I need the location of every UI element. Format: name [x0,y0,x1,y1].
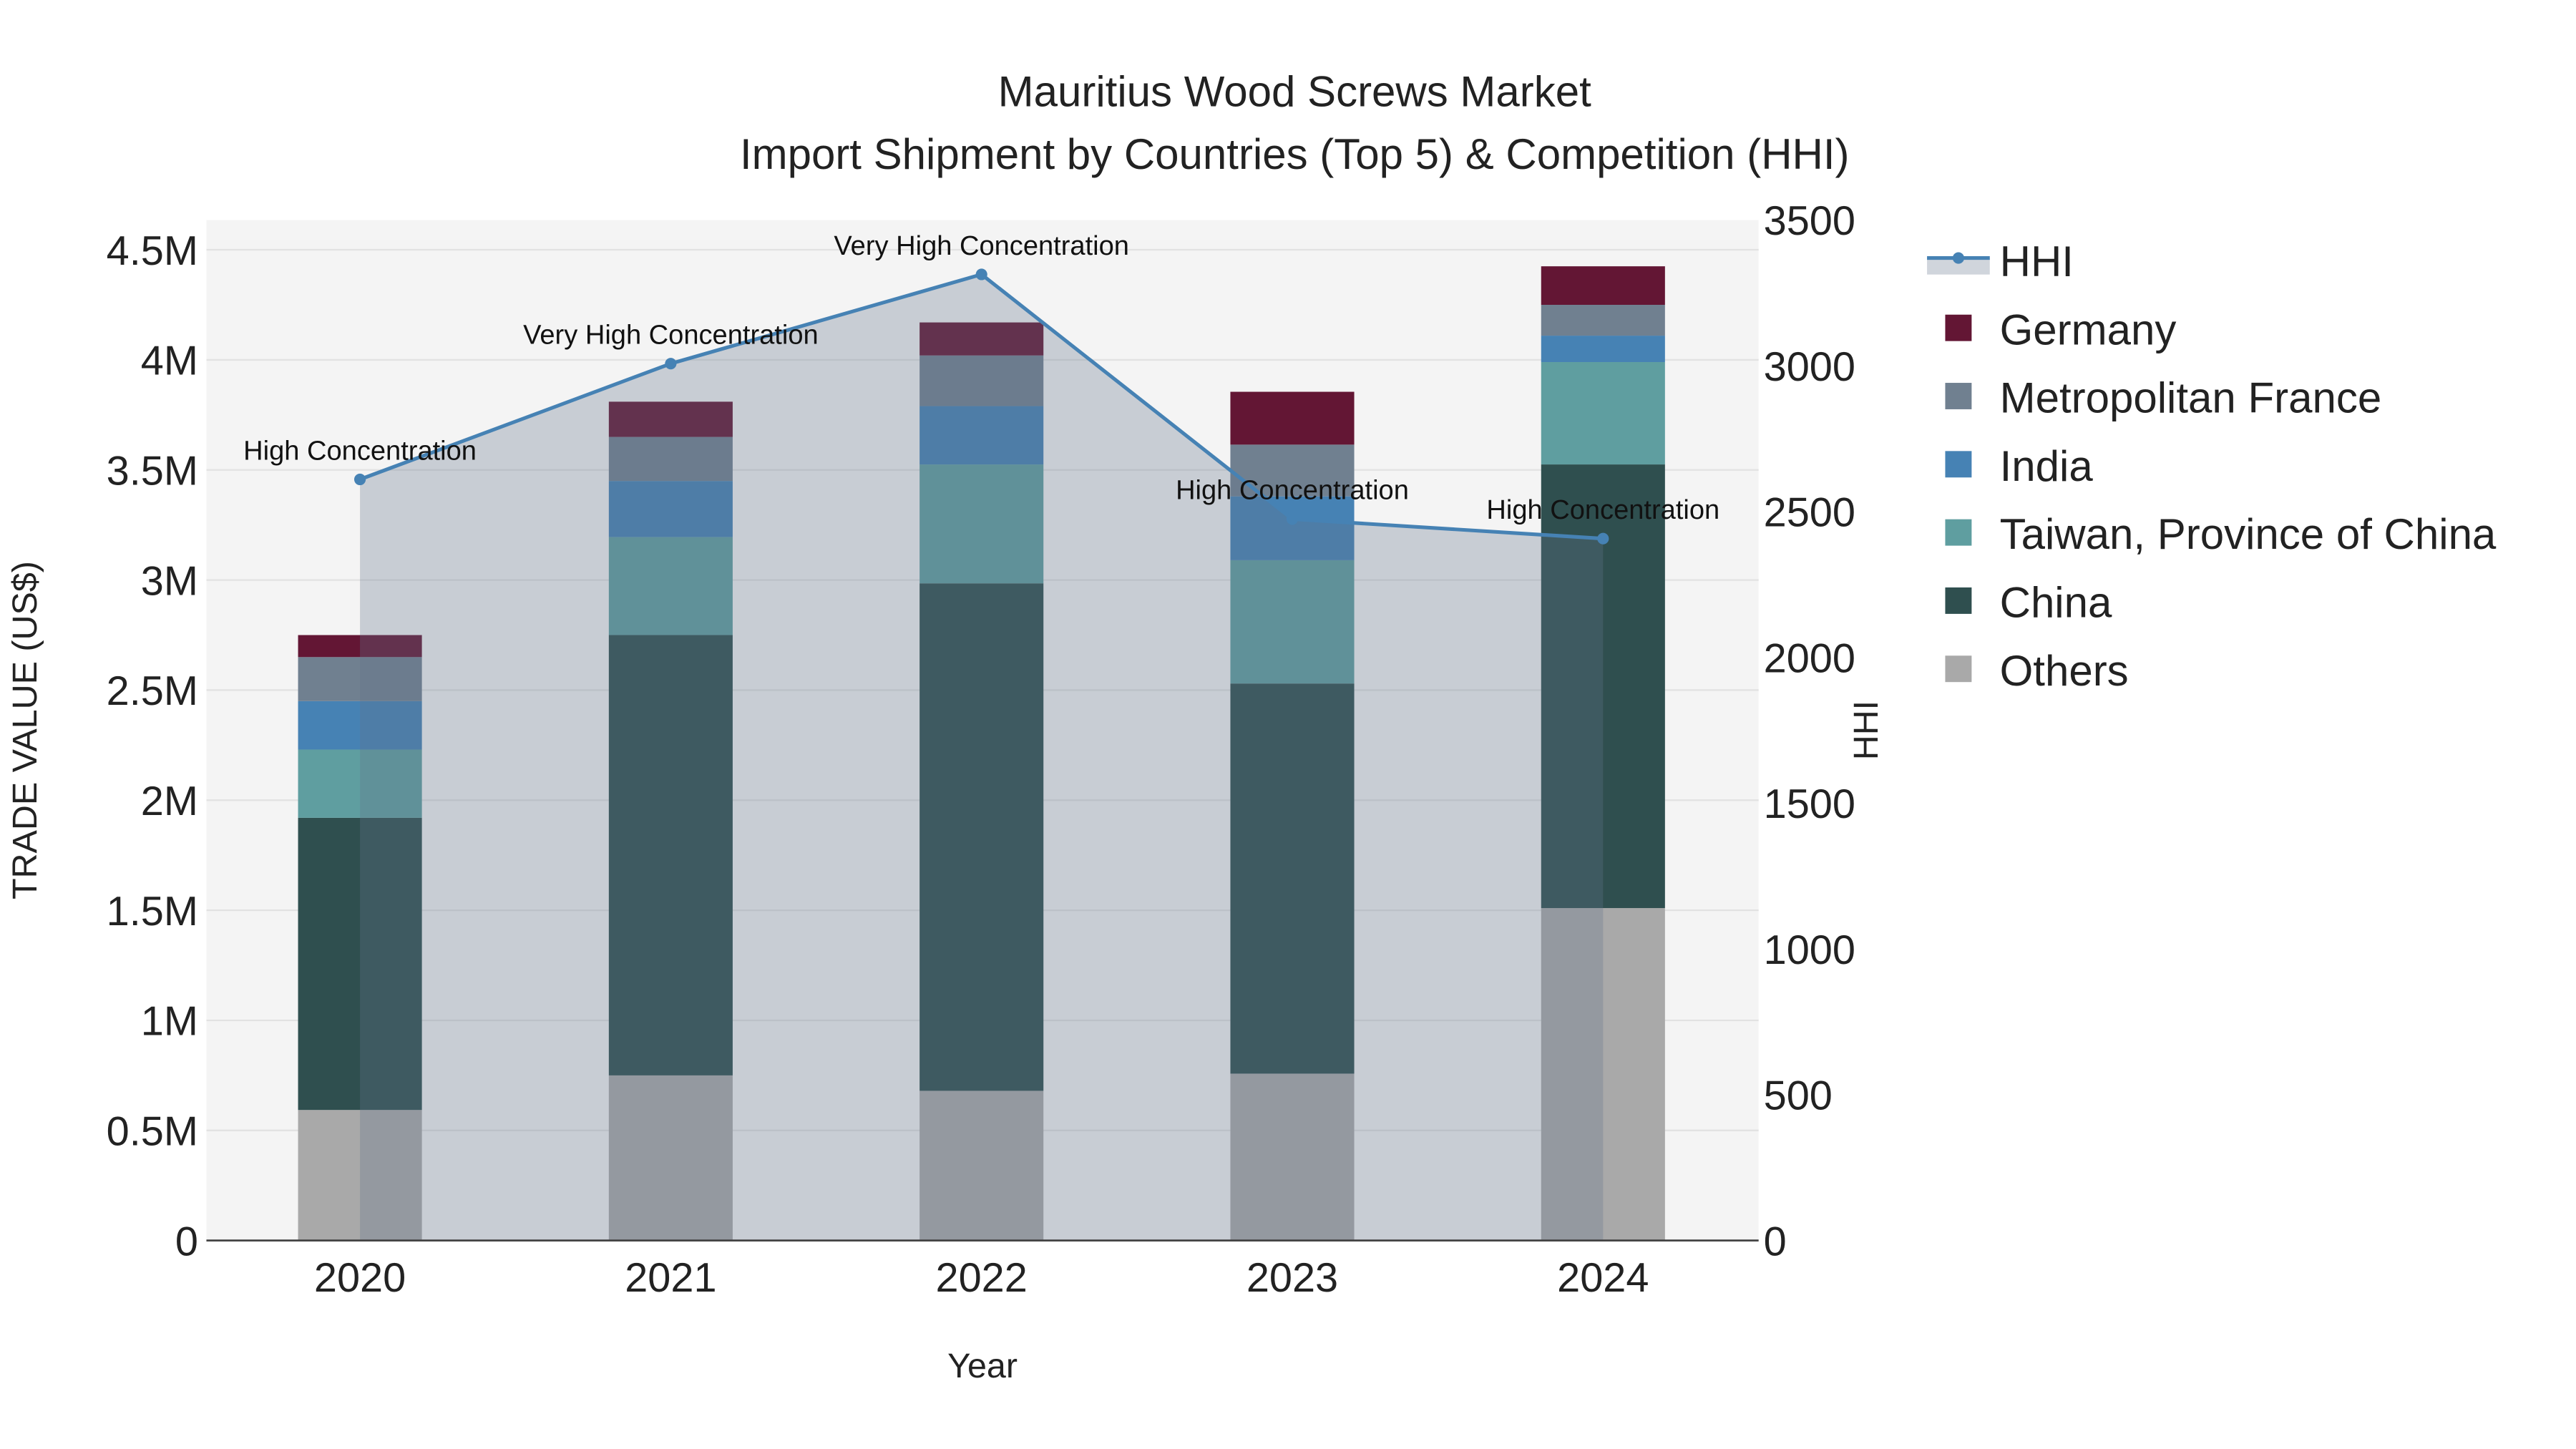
legend-label: China [2000,579,2112,627]
y2-tick-label: 1000 [1764,927,1855,973]
legend-label-hhi: HHI [2000,238,2074,286]
legend-label: Metropolitan France [2000,374,2382,422]
legend-swatch [1945,383,1972,409]
x-tick-label: 2020 [314,1255,406,1301]
legend-label: Germany [2000,306,2177,353]
chart-subtitle: Import Shipment by Countries (Top 5) & C… [740,130,1850,178]
y-tick-label: 4M [141,338,198,384]
bar-metropolitan-france-2024 [1541,304,1665,336]
legend-swatch [1945,587,1972,614]
legend-label: Taiwan, Province of China [2000,510,2497,558]
y-tick-label: 0 [175,1219,198,1264]
hhi-point [1286,513,1299,525]
bar-germany-2024 [1541,266,1665,305]
y2-tick-label: 2500 [1764,490,1855,536]
y-tick-label: 2.5M [107,668,198,714]
bar-india-2024 [1541,336,1665,362]
legend-swatch [1945,451,1972,478]
y-tick-label: 1.5M [107,889,198,935]
x-axis-label: Year [947,1347,1018,1385]
bar-taiwan-province-of-china-2024 [1541,361,1665,465]
legend-swatch [1945,655,1972,683]
y-tick-label: 2M [141,779,198,824]
x-tick-label: 2022 [936,1255,1028,1301]
legend-swatch [1945,519,1972,546]
bar-germany-2023 [1230,391,1355,445]
hhi-annotation: High Concentration [1176,476,1409,506]
legend-label: Others [2000,647,2129,695]
hhi-annotation: Very High Concentration [834,231,1129,261]
x-tick-label: 2024 [1557,1255,1649,1301]
y2-tick-label: 500 [1764,1073,1833,1119]
hhi-point [665,358,677,370]
y-axis-label: TRADE VALUE (US$) [6,561,44,899]
hhi-annotation: High Concentration [243,436,477,466]
y2-tick-label: 0 [1764,1219,1787,1264]
y2-axis-label: HHI [1847,701,1885,760]
legend-label: India [2000,442,2094,490]
chart: Mauritius Wood Screws Market Import Ship… [6,67,2497,1385]
y-tick-label: 4.5M [107,228,198,274]
x-tick-label: 2021 [625,1255,716,1301]
y-tick-label: 0.5M [107,1109,198,1155]
hhi-point [975,268,987,280]
y-tick-label: 1M [141,999,198,1045]
x-tick-label: 2023 [1246,1255,1338,1301]
y2-tick-label: 3000 [1764,344,1855,390]
legend-hhi-swatch-marker [1952,252,1964,264]
y2-tick-label: 2000 [1764,635,1855,681]
hhi-point [1597,532,1609,545]
legend-swatch [1945,314,1972,341]
chart-title: Mauritius Wood Screws Market [998,67,1591,115]
y2-tick-label: 3500 [1764,198,1855,244]
y2-tick-label: 1500 [1764,781,1855,827]
y-tick-label: 3M [141,558,198,604]
hhi-annotation: Very High Concentration [523,320,819,350]
hhi-annotation: High Concentration [1486,495,1719,525]
hhi-point [354,473,366,486]
y-tick-label: 3.5M [107,449,198,494]
